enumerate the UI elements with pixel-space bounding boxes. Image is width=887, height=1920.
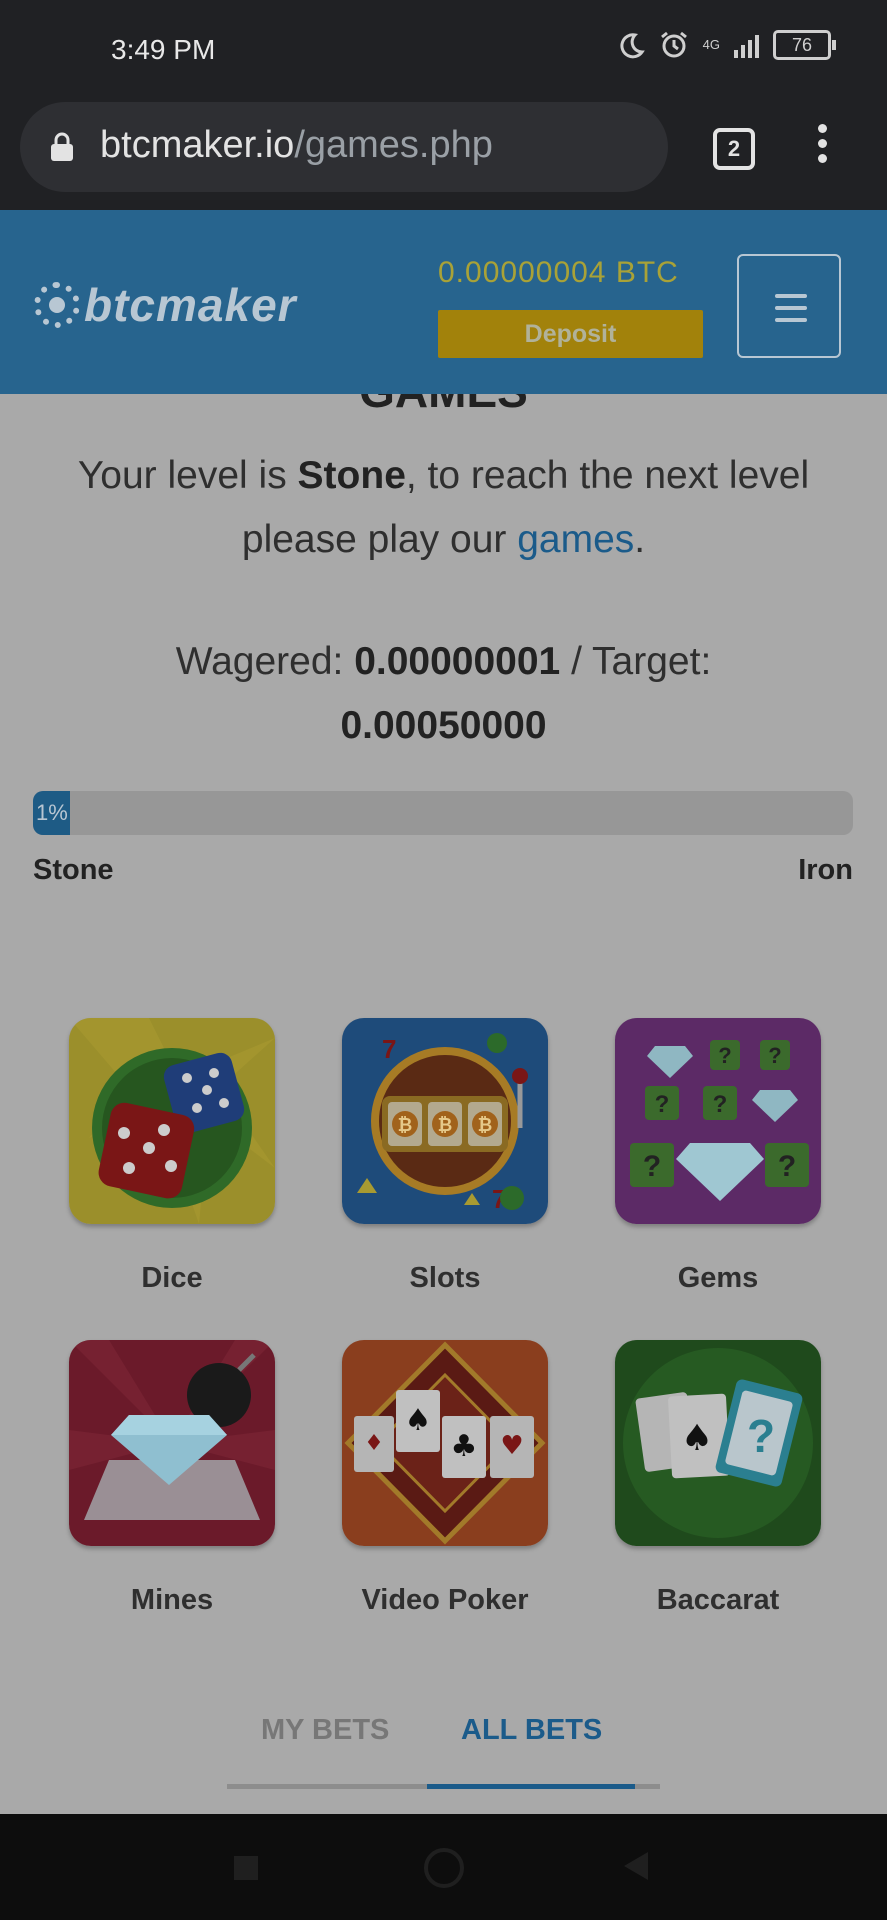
game-card-video-poker[interactable]: ♦ ♠ ♣ ♥ Video Poker xyxy=(342,1340,548,1617)
svg-text:♦: ♦ xyxy=(364,1431,384,1456)
level-suffix: . xyxy=(634,518,646,561)
current-level-label: Stone xyxy=(33,854,114,886)
game-card-slots[interactable]: ₿ ₿ ₿ 7 7 Slots xyxy=(342,1018,548,1295)
svg-text:?: ? xyxy=(643,1150,661,1183)
slots-icon[interactable]: ₿ ₿ ₿ 7 7 xyxy=(342,1018,548,1224)
game-name[interactable]: Baccarat xyxy=(615,1584,821,1617)
games-link[interactable]: games xyxy=(517,518,634,561)
wagered-label: Wagered: xyxy=(175,640,355,683)
svg-text:♠: ♠ xyxy=(405,1403,432,1438)
tab-switcher-button[interactable]: 2 xyxy=(713,128,755,170)
hamburger-menu-button[interactable] xyxy=(737,254,841,358)
lock-icon xyxy=(51,132,73,161)
address-bar[interactable]: btcmaker.io/games.php xyxy=(20,102,668,192)
status-time: 3:49 PM xyxy=(111,34,216,65)
game-name[interactable]: Slots xyxy=(342,1262,548,1295)
game-name[interactable]: Video Poker xyxy=(342,1584,548,1617)
svg-text:?: ? xyxy=(718,1043,731,1068)
deposit-button[interactable]: Deposit xyxy=(438,310,703,358)
home-button[interactable] xyxy=(424,1848,464,1888)
more-menu-button[interactable] xyxy=(818,124,828,169)
baccarat-icon[interactable]: ♠ ? xyxy=(615,1340,821,1546)
tab-all-bets[interactable]: ALL BETS xyxy=(461,1714,602,1747)
target-label: / Target: xyxy=(560,640,712,683)
page-title: GAMES xyxy=(0,394,887,418)
svg-text:♥: ♥ xyxy=(500,1431,523,1461)
svg-text:7: 7 xyxy=(382,1034,396,1064)
active-tab-indicator xyxy=(427,1784,635,1789)
target-value: 0.00050000 xyxy=(340,704,547,747)
wagered-value: 0.00000001 xyxy=(354,640,561,683)
next-level-label: Iron xyxy=(798,854,853,886)
wallet-balance: 0.00000004 BTC xyxy=(438,256,679,289)
level-progress-fill: 1% xyxy=(33,791,70,835)
tab-underline-end xyxy=(635,1784,660,1789)
site-logo[interactable]: btcmaker xyxy=(34,278,297,332)
game-card-mines[interactable]: Mines xyxy=(69,1340,275,1617)
svg-text:?: ? xyxy=(778,1150,796,1183)
game-name[interactable]: Mines xyxy=(69,1584,275,1617)
status-bar: 3:49 PM 4G 76 xyxy=(0,0,887,100)
alarm-icon xyxy=(660,31,687,58)
wager-summary: Wagered: 0.00000001 / Target: 0.00050000 xyxy=(40,630,847,758)
url-path: /games.php xyxy=(294,124,493,166)
mines-icon[interactable] xyxy=(69,1340,275,1546)
game-card-baccarat[interactable]: ♠ ? Baccarat xyxy=(615,1340,821,1617)
system-nav-bar xyxy=(0,1814,887,1920)
svg-text:?: ? xyxy=(655,1091,670,1118)
back-button[interactable] xyxy=(624,1852,648,1880)
game-name[interactable]: Gems xyxy=(615,1262,821,1295)
url-text: btcmaker.io/games.php xyxy=(100,124,493,167)
level-prefix: Your level is xyxy=(77,454,298,497)
recents-button[interactable] xyxy=(234,1856,258,1880)
logo-text: btcmaker xyxy=(84,279,297,331)
level-progress-bar: 1% xyxy=(33,791,853,835)
dice-icon[interactable] xyxy=(69,1018,275,1224)
current-level-name: Stone xyxy=(297,454,406,497)
svg-text:?: ? xyxy=(768,1043,781,1068)
game-name[interactable]: Dice xyxy=(69,1262,275,1295)
main-content: GAMES Your level is Stone, to reach the … xyxy=(0,394,887,1814)
signal-icon xyxy=(734,32,759,58)
svg-text:₿: ₿ xyxy=(398,1115,413,1135)
poker-chip-icon xyxy=(34,282,80,328)
game-card-dice[interactable]: Dice xyxy=(69,1018,275,1295)
video-poker-icon[interactable]: ♦ ♠ ♣ ♥ xyxy=(342,1340,548,1546)
svg-text:?: ? xyxy=(713,1091,728,1118)
tab-my-bets[interactable]: MY BETS xyxy=(261,1714,389,1747)
url-host: btcmaker.io xyxy=(100,124,295,166)
svg-text:₿: ₿ xyxy=(478,1115,493,1135)
svg-text:♠: ♠ xyxy=(681,1418,713,1459)
status-icons: 4G 76 xyxy=(617,30,836,60)
browser-toolbar: btcmaker.io/games.php 2 xyxy=(0,100,887,210)
game-card-gems[interactable]: ? ? ? ? ? ? Gems xyxy=(615,1018,821,1295)
network-type: 4G xyxy=(702,37,720,52)
level-description: Your level is Stone, to reach the next l… xyxy=(40,444,847,572)
gems-icon[interactable]: ? ? ? ? ? ? xyxy=(615,1018,821,1224)
svg-text:?: ? xyxy=(747,1410,775,1462)
moon-icon xyxy=(620,33,645,59)
battery-icon: 76 xyxy=(773,30,836,60)
tab-underline xyxy=(227,1784,427,1789)
svg-text:♣: ♣ xyxy=(451,1429,478,1464)
site-header: btcmaker 0.00000004 BTC Deposit xyxy=(0,210,887,394)
svg-text:₿: ₿ xyxy=(438,1115,453,1135)
